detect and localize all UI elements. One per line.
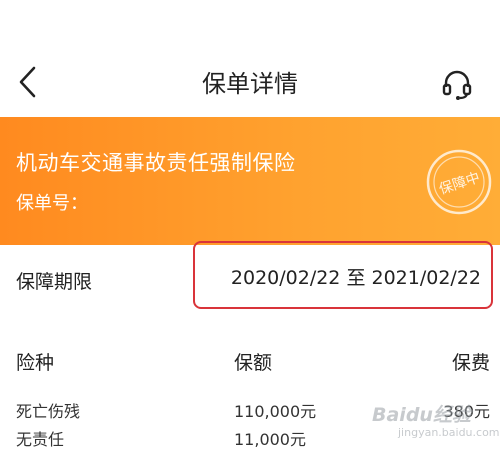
coverage-period-label: 保障期限 — [16, 271, 93, 293]
policy-number-label: 保单号： — [16, 193, 88, 214]
coverage-type-cell: 死亡伤残 — [16, 402, 81, 421]
status-stamp-icon: 保障中 — [426, 149, 492, 215]
customer-service-button[interactable] — [440, 68, 474, 102]
page-title: 保单详情 — [202, 70, 298, 98]
headset-icon — [442, 70, 472, 100]
column-header-type: 险种 — [16, 352, 55, 374]
table-row: 无责任 11,000元 — [0, 426, 500, 450]
nav-bar: 保单详情 — [0, 0, 500, 112]
column-header-amount: 保额 — [234, 352, 273, 374]
insurance-type-title: 机动车交通事故责任强制保险 — [16, 151, 296, 175]
coverage-period-value: 2020/02/22 至 2021/02/22 — [230, 267, 481, 289]
table-row: 死亡伤残 110,000元 380元 — [0, 398, 500, 422]
coverage-type-cell: 无责任 — [16, 430, 65, 449]
coverage-table-header: 险种 保额 保费 — [0, 348, 500, 378]
coverage-amount-cell: 110,000元 — [234, 402, 317, 421]
column-header-premium: 保费 — [451, 352, 490, 374]
coverage-period-row: 保障期限 2020/02/22 至 2021/02/22 — [0, 241, 500, 311]
coverage-premium-cell: 380元 — [443, 402, 490, 421]
status-stamp-text: 保障中 — [437, 170, 482, 198]
coverage-period-highlight: 2020/02/22 至 2021/02/22 — [193, 241, 493, 309]
policy-banner: 机动车交通事故责任强制保险 保单号： 保障中 — [0, 117, 500, 245]
coverage-amount-cell: 11,000元 — [234, 430, 306, 449]
